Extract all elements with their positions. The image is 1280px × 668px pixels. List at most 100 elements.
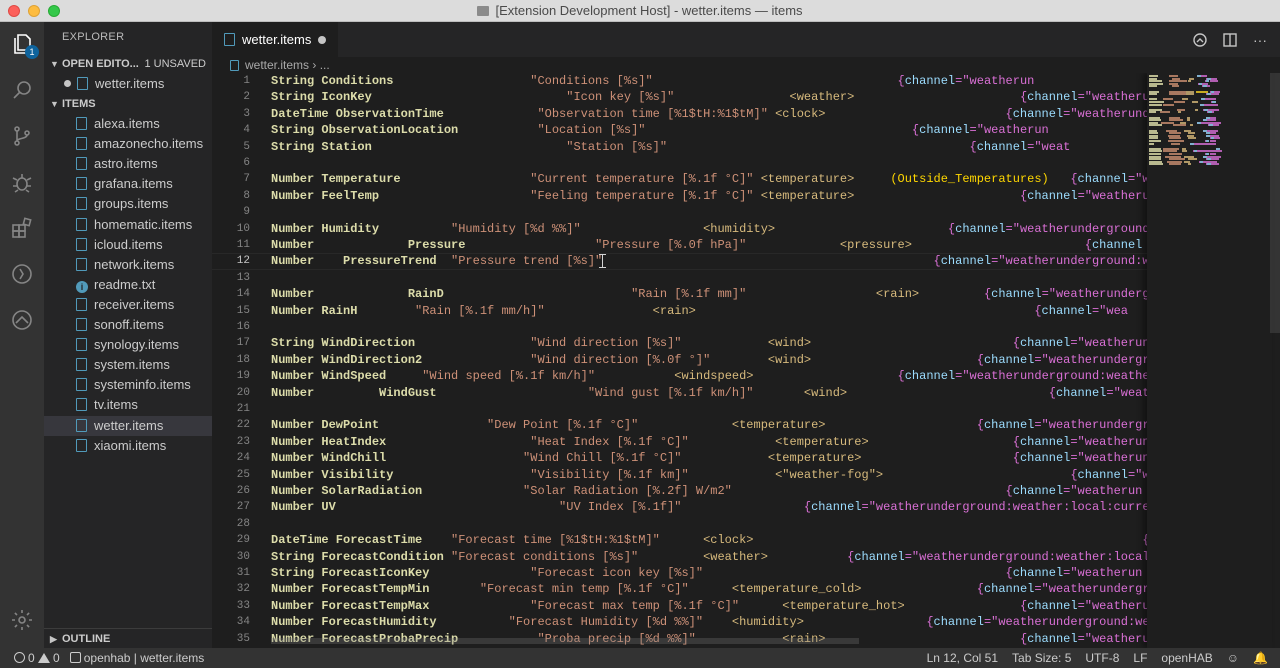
debug-activity[interactable] (0, 160, 44, 204)
feedback-smiley-icon[interactable]: ☺ (1227, 648, 1239, 668)
code-line[interactable]: Number RainH "Rain [%.1f mm/h]" <rain> {… (271, 303, 1147, 319)
code-line[interactable]: Number FeelTemp "Feeling temperature [%.… (271, 188, 1147, 204)
minimap[interactable] (1147, 73, 1272, 648)
manage-activity[interactable] (0, 598, 44, 642)
code-line[interactable] (271, 401, 1147, 417)
minimap-row (1171, 142, 1181, 145)
code-token: "Current temperature [%.1f °C]" (530, 172, 761, 187)
code-area[interactable]: String Conditions "Conditions [%s]" {cha… (271, 73, 1147, 648)
code-line[interactable]: DateTime ObservationTime "Observation ti… (271, 106, 1147, 122)
code-line[interactable]: String IconKey "Icon key [%s]" <weather>… (271, 89, 1147, 105)
code-line[interactable] (271, 319, 1147, 335)
unsaved-dot-icon[interactable] (318, 36, 326, 44)
code-line[interactable]: String ForecastIconKey "Forecast icon ke… (271, 565, 1147, 581)
code-line[interactable]: Number ForecastTempMin "Forecast min tem… (271, 581, 1147, 597)
notifications-bell-icon[interactable]: 🔔 (1253, 648, 1268, 668)
remote-activity[interactable] (0, 252, 44, 296)
file-item[interactable]: homematic.items (44, 215, 212, 235)
tab-size[interactable]: Tab Size: 5 (1012, 648, 1071, 668)
code-line[interactable]: Number Humidity "Humidity [%d %%]" <humi… (271, 221, 1147, 237)
code-token: ="weatherunderground:weat (1034, 582, 1147, 597)
problems-status[interactable]: 0 0 (14, 648, 60, 668)
openhab-preview-button[interactable] (1190, 30, 1210, 50)
extensions-activity[interactable] (0, 206, 44, 250)
code-line[interactable] (271, 516, 1147, 532)
file-item[interactable]: tv.items (44, 395, 212, 415)
code-line[interactable]: String Station "Station [%s]" {channel="… (271, 139, 1147, 155)
outline-section[interactable]: ▶ OUTLINE (44, 628, 212, 648)
code-token: "Pressure trend [%s]" (451, 254, 934, 269)
file-item[interactable]: synology.items (44, 335, 212, 355)
code-line[interactable]: String Conditions "Conditions [%s]" {cha… (271, 73, 1147, 89)
line-number: 10 (236, 222, 250, 235)
unsaved-dot-icon[interactable] (64, 80, 71, 87)
more-actions-button[interactable]: ··· (1250, 30, 1270, 50)
file-item[interactable]: wetter.items (44, 415, 212, 436)
source-control-activity[interactable] (0, 114, 44, 158)
file-item[interactable]: systeminfo.items (44, 375, 212, 395)
code-line[interactable]: String ForecastCondition "Forecast condi… (271, 549, 1147, 565)
code-line[interactable]: Number ForecastHumidity "Forecast Humidi… (271, 614, 1147, 630)
code-line[interactable]: Number Temperature "Current temperature … (271, 171, 1147, 187)
code-editor[interactable]: 1 2 3 4 5 6 7 8 9 10 11 12 13 14 15 16 17 18 19 20 21 22 23 24 2… (212, 73, 1280, 648)
file-item[interactable]: alexa.items (44, 114, 212, 134)
code-token: <clock> (703, 533, 1143, 548)
cursor-position[interactable]: Ln 12, Col 51 (927, 648, 998, 668)
code-line[interactable]: Number ForecastTempMax "Forecast max tem… (271, 598, 1147, 614)
code-line[interactable]: Number HeatIndex "Heat Index [%.1f °C]" … (271, 434, 1147, 450)
code-token: Number FeelTemp (271, 188, 531, 203)
open-editors-section[interactable]: ▼ OPEN EDITO... 1 UNSAVED (44, 54, 212, 74)
workspace-status[interactable]: openhab | wetter.items (69, 648, 205, 668)
language-mode[interactable]: openHAB (1161, 648, 1212, 668)
breadcrumb-file[interactable]: wetter.items (245, 58, 309, 72)
file-item[interactable]: xiaomi.items (44, 436, 212, 456)
encoding[interactable]: UTF-8 (1085, 648, 1119, 668)
workspace-label: openhab | wetter.items (83, 651, 205, 665)
search-activity[interactable] (0, 68, 44, 112)
file-item[interactable]: i readme.txt (44, 275, 212, 295)
code-line[interactable]: Number PressureTrend "Pressure trend [%s… (271, 253, 1147, 269)
breadcrumb-more[interactable]: ... (320, 58, 330, 72)
code-line[interactable]: Number WindChill "Wind Chill [%.1f °C]" … (271, 450, 1147, 466)
openhab-activity[interactable] (0, 298, 44, 342)
split-editor-button[interactable] (1220, 30, 1240, 50)
code-line[interactable]: DateTime ForecastTime "Forecast time [%1… (271, 532, 1147, 548)
line-number: 24 (236, 452, 250, 465)
code-line[interactable]: Number WindGust "Wind gust [%.1f km/h]" … (271, 385, 1147, 401)
file-item[interactable]: amazonecho.items (44, 134, 212, 154)
horizontal-scrollbar[interactable] (271, 638, 859, 644)
line-number: 13 (236, 271, 250, 284)
open-editor-item[interactable]: wetter.items (44, 74, 212, 94)
code-line[interactable]: Number DewPoint "Dew Point [%.1f °C]" <t… (271, 417, 1147, 433)
items-folder-section[interactable]: ▼ ITEMS (44, 94, 212, 114)
code-line[interactable]: Number RainD "Rain [%.1f mm]" <rain> {ch… (271, 286, 1147, 302)
end-of-line[interactable]: LF (1133, 648, 1147, 668)
code-line[interactable] (271, 204, 1147, 220)
file-item[interactable]: icloud.items (44, 235, 212, 255)
code-line[interactable]: Number SolarRadiation "Solar Radiation [… (271, 483, 1147, 499)
file-item[interactable]: network.items (44, 255, 212, 275)
code-token: "Wind direction [%.0f °]" (530, 352, 768, 367)
code-line[interactable] (271, 270, 1147, 286)
vertical-scrollbar[interactable] (1270, 73, 1280, 333)
file-item[interactable]: astro.items (44, 154, 212, 174)
explorer-activity[interactable]: 1 (0, 22, 44, 66)
code-line[interactable]: Number Pressure "Pressure [%.0f hPa]" <p… (271, 237, 1147, 253)
file-item[interactable]: grafana.items (44, 174, 212, 194)
code-line[interactable]: String ObservationLocation "Location [%s… (271, 122, 1147, 138)
file-item[interactable]: groups.items (44, 194, 212, 214)
code-token: "Location [%s]" (537, 123, 912, 138)
file-label: sonoff.items (94, 317, 164, 332)
line-number: 7 (243, 173, 250, 186)
line-number: 27 (236, 501, 250, 514)
file-item[interactable]: system.items (44, 355, 212, 375)
code-line[interactable]: Number WindSpeed "Wind speed [%.1f km/h]… (271, 368, 1147, 384)
file-item[interactable]: receiver.items (44, 295, 212, 315)
code-line[interactable]: Number WindDirection2 "Wind direction [%… (271, 352, 1147, 368)
tab-wetter-items[interactable]: wetter.items (212, 22, 338, 57)
code-line[interactable]: Number UV "UV Index [%.1f]" {channel="we… (271, 499, 1147, 515)
code-line[interactable]: String WindDirection "Wind direction [%s… (271, 335, 1147, 351)
file-item[interactable]: sonoff.items (44, 315, 212, 335)
code-line[interactable] (271, 155, 1147, 171)
code-line[interactable]: Number Visibility "Visibility [%.1f km]"… (271, 467, 1147, 483)
